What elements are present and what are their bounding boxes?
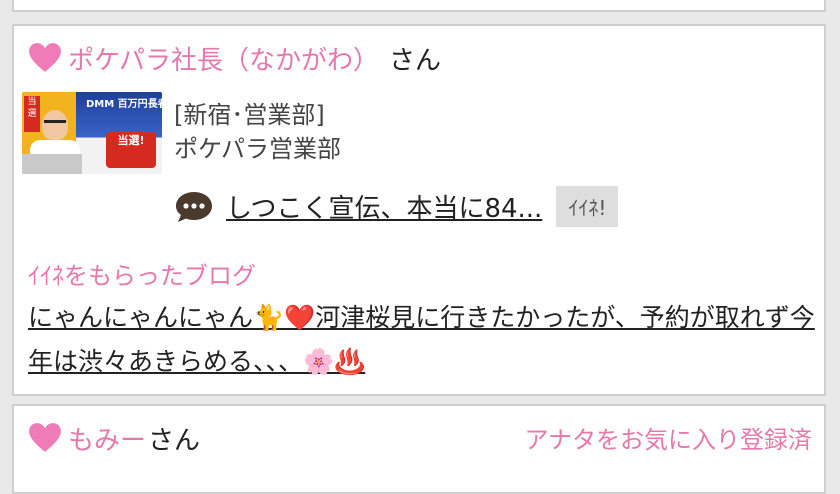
shop-name[interactable]: ポケパラ営業部 [174, 132, 341, 166]
thumbnail-caption: DMM 百万円長者 [86, 99, 162, 110]
user-name-link[interactable]: ポケパラ社長（なかがわ） [68, 40, 379, 77]
heart-icon [29, 423, 61, 452]
speech-bubble-icon [176, 191, 212, 222]
user-row: ポケパラ社長（なかがわ） さん [28, 38, 441, 78]
location-label: [新宿･営業部] [174, 101, 325, 129]
user-name-link[interactable]: もみー [68, 420, 146, 457]
comment-link[interactable]: しつこく宣伝、本当に84... [226, 188, 542, 225]
previous-card [12, 0, 826, 12]
like-notification-card: ポケパラ社長（なかがわ） さん 当選 DMM 百万円長者 当選! [新宿･営業部… [12, 24, 826, 396]
liked-blog-label: ｲｲﾈをもらったブログ [28, 262, 256, 290]
like-button[interactable]: ｲｲﾈ! [556, 186, 619, 227]
comment-row: しつこく宣伝、本当に84... ｲｲﾈ! [174, 186, 619, 227]
favorite-notification-card: もみー さん アナタをお気に入り登録済 [12, 404, 826, 494]
profile-block: 当選 DMM 百万円長者 当選! [新宿･営業部] ポケパラ営業部 [22, 92, 341, 174]
thumbnail-prize: 当選! [106, 132, 156, 168]
blog-title-link[interactable]: にゃんにゃんにゃん🐈❤️河津桜見に行きたかったが、予約が取れず今年は渋々あきらめ… [28, 296, 818, 384]
heart-icon [29, 43, 61, 72]
honorific: さん [388, 45, 441, 76]
profile-thumbnail[interactable]: 当選 DMM 百万円長者 当選! [22, 92, 162, 174]
user-row: もみー さん [28, 418, 200, 458]
favorite-status: アナタをお気に入り登録済 [524, 426, 812, 454]
honorific: さん [148, 425, 201, 456]
